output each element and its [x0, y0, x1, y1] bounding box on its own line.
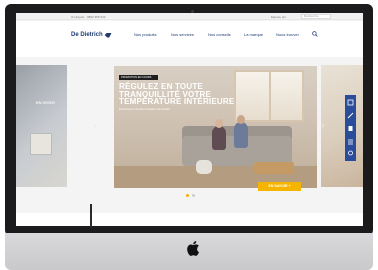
next-slide-preview[interactable]: [321, 65, 363, 187]
person-image: [212, 126, 226, 150]
nav-item-products[interactable]: Nos produits: [134, 32, 156, 37]
previous-slide-text: EN HIVER: [36, 100, 55, 105]
topbar-search-input[interactable]: Recherche: [301, 14, 331, 19]
list-icon[interactable]: [347, 138, 354, 145]
hero-carousel: EN HIVER PROMOTION EN COURS RÉGULEZ EN T…: [16, 65, 363, 188]
person-head-image: [237, 115, 245, 124]
window-image: [234, 70, 304, 122]
table-image: [254, 162, 294, 174]
floating-toolbar: [345, 95, 356, 161]
brand-logo[interactable]: De Dietrich: [71, 32, 112, 38]
wrench-icon[interactable]: [347, 112, 354, 119]
hero-subline: Découvrez nos thermostats connectés: [119, 107, 171, 111]
imac-mockup: Un Expert · 0892 356 543 Espace pro Rech…: [0, 0, 378, 270]
carousel-pagination: [186, 194, 195, 197]
utility-bar: Un Expert · 0892 356 543 Espace pro Rech…: [16, 13, 363, 20]
chevron-right-icon[interactable]: ›: [321, 121, 324, 131]
hotline-text: Un Expert · 0892 356 543: [71, 15, 106, 19]
hero-headline: RÉGULEZ EN TOUTE TRANQUILLITÉ VOTRE TEMP…: [119, 82, 235, 107]
search-icon[interactable]: [312, 31, 318, 37]
nav-item-advice[interactable]: Nos conseils: [208, 32, 231, 37]
hero-slide: PROMOTION EN COURS RÉGULEZ EN TOUTE TRAN…: [114, 66, 317, 188]
child-image: [196, 160, 212, 174]
nav-item-find-us[interactable]: Nous trouver: [276, 32, 299, 37]
carousel-dot[interactable]: [186, 194, 189, 197]
document-icon[interactable]: [347, 125, 354, 132]
pillow-image: [30, 133, 52, 155]
content-section: [16, 213, 363, 226]
nav-item-services[interactable]: Nos services: [171, 32, 194, 37]
brand-mark-icon: [104, 32, 112, 38]
catalog-icon[interactable]: [347, 99, 354, 106]
carousel-dot[interactable]: [192, 194, 195, 197]
nav-item-brand[interactable]: La marque: [244, 32, 263, 37]
promo-badge: PROMOTION EN COURS: [119, 75, 158, 80]
person-head-image: [215, 119, 223, 128]
map-pin-icon[interactable]: [347, 150, 354, 157]
apple-logo-icon: [187, 241, 199, 256]
person-image: [234, 122, 248, 148]
main-navigation: De Dietrich Nos produits Nos services No…: [16, 21, 363, 57]
website-screen: Un Expert · 0892 356 543 Espace pro Rech…: [16, 13, 363, 226]
chevron-left-icon[interactable]: ‹: [94, 121, 97, 131]
pro-space-link[interactable]: Espace pro: [271, 15, 286, 19]
previous-slide-preview[interactable]: EN HIVER: [16, 65, 67, 187]
brand-logo-text: De Dietrich: [71, 32, 103, 38]
cta-button[interactable]: EN SAVOIR +: [258, 182, 301, 191]
stand-cable: [90, 204, 92, 228]
